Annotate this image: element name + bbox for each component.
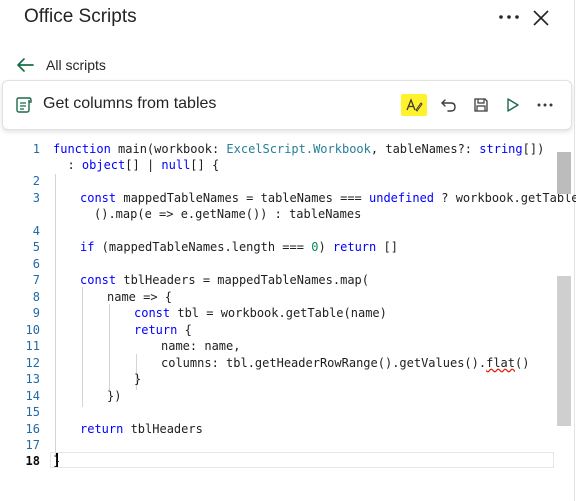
- script-toolbar: Get columns from tables: [2, 80, 572, 130]
- code-line-1: function main(workbook: ExcelScript.Work…: [53, 142, 545, 156]
- code-line-7: const tblHeaders = mappedTableNames.map(: [80, 273, 369, 287]
- code-line-12: columns: tbl.getHeaderRowRange().getValu…: [161, 356, 530, 370]
- code-line-8: name => {: [107, 290, 173, 304]
- vertical-scrollbar[interactable]: [557, 144, 571, 494]
- line-number: 10: [25, 323, 40, 337]
- close-icon[interactable]: [529, 6, 553, 30]
- run-icon[interactable]: [500, 93, 524, 117]
- code-line-1-wrap: : object[] | null[] {: [53, 158, 220, 172]
- code-line-3-wrap: ().map(e => e.getName()) : tableNames: [94, 207, 362, 221]
- scrollbar-thumb[interactable]: [557, 152, 571, 194]
- line-number: 17: [25, 438, 40, 452]
- format-code-icon[interactable]: [401, 94, 427, 116]
- line-number: 8: [32, 290, 40, 304]
- script-name: Get columns from tables: [43, 95, 217, 112]
- line-number: 9: [32, 306, 40, 320]
- more-options-icon[interactable]: [496, 6, 522, 28]
- line-number: 12: [25, 356, 40, 370]
- code-line-18: }: [53, 454, 61, 468]
- code-line-5: if (mappedTableNames.length === 0) retur…: [80, 240, 398, 254]
- line-number: 2: [32, 174, 40, 188]
- line-number-active: 18: [25, 454, 40, 468]
- current-line-highlight: [50, 452, 554, 468]
- more-horizontal-icon[interactable]: [533, 93, 557, 117]
- back-to-all-scripts[interactable]: All scripts: [14, 52, 106, 78]
- line-number: 7: [32, 273, 40, 287]
- code-line-14: }): [107, 389, 122, 403]
- line-number: 6: [32, 257, 40, 271]
- save-icon[interactable]: [469, 93, 493, 117]
- line-number: 5: [32, 240, 40, 254]
- scrollbar-track-marker: [557, 276, 571, 426]
- pane-header: Office Scripts: [0, 0, 574, 40]
- office-scripts-pane: Office Scripts All scripts Get columns f…: [0, 0, 576, 501]
- arrow-left-icon: [14, 54, 36, 76]
- script-icon: [14, 95, 34, 115]
- indent-guide: [82, 287, 83, 407]
- line-number: 14: [25, 389, 40, 403]
- undo-icon[interactable]: [437, 93, 461, 117]
- indent-guide: [55, 174, 56, 456]
- code-line-9: const tbl = workbook.getTable(name): [134, 306, 387, 320]
- code-editor[interactable]: 1 2 3 4 5 6 7 8 9 10 11 12 13 14 15 16 1…: [0, 136, 576, 501]
- code-line-11: name: name,: [161, 339, 241, 353]
- line-number: 1: [32, 142, 40, 156]
- line-number: 11: [25, 339, 40, 353]
- line-number: 15: [25, 405, 40, 419]
- code-line-13: }: [134, 372, 142, 386]
- back-label: All scripts: [46, 57, 106, 73]
- line-number: 4: [32, 224, 40, 238]
- line-number: 16: [25, 422, 40, 436]
- code-line-16: return tblHeaders: [80, 422, 203, 436]
- line-number: 3: [32, 191, 40, 205]
- spelling-squiggle: flat: [486, 356, 516, 370]
- line-number: 13: [25, 372, 40, 386]
- code-line-3: const mappedTableNames = tableNames === …: [80, 191, 576, 205]
- pane-title: Office Scripts: [24, 6, 137, 27]
- code-line-10: return {: [134, 323, 192, 337]
- indent-guide: [109, 304, 110, 390]
